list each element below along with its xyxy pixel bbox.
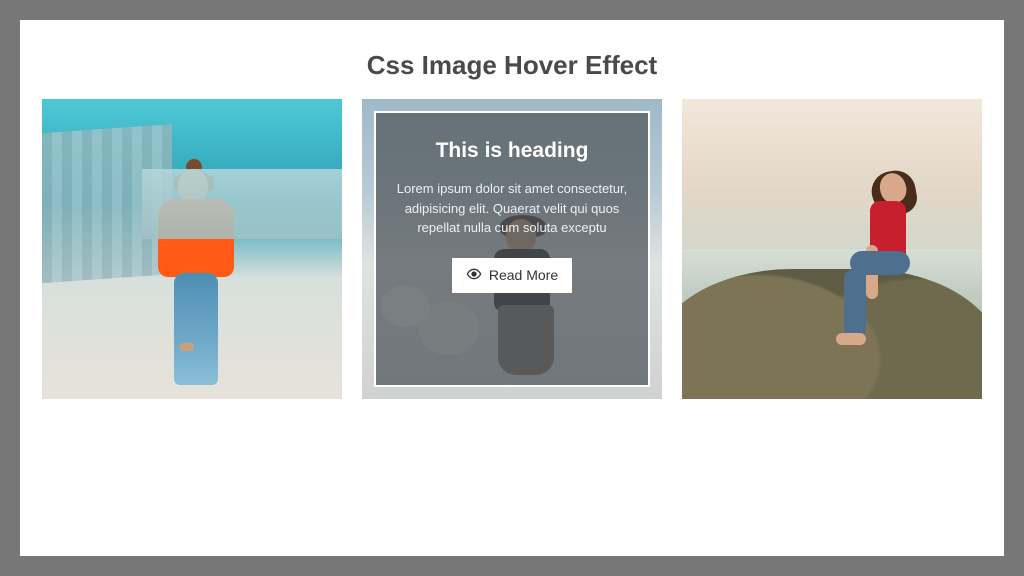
overlay-description: Lorem ipsum dolor sit amet consectetur, … (394, 179, 630, 238)
overlay-heading: This is heading (436, 139, 589, 163)
eye-icon (466, 266, 482, 285)
figure-illustration (822, 173, 942, 373)
image-card-2[interactable]: This is heading Lorem ipsum dolor sit am… (362, 99, 662, 399)
figure-illustration (138, 169, 248, 389)
read-more-label: Read More (489, 267, 558, 283)
image-card-1[interactable] (42, 99, 342, 399)
hover-overlay: This is heading Lorem ipsum dolor sit am… (374, 111, 650, 387)
page-title: Css Image Hover Effect (367, 50, 657, 81)
image-card-3[interactable] (682, 99, 982, 399)
read-more-button[interactable]: Read More (452, 258, 572, 293)
card-image (42, 99, 342, 399)
card-image (682, 99, 982, 399)
page-canvas: Css Image Hover Effect This is heading L… (20, 20, 1004, 556)
card-grid: This is heading Lorem ipsum dolor sit am… (32, 99, 992, 399)
